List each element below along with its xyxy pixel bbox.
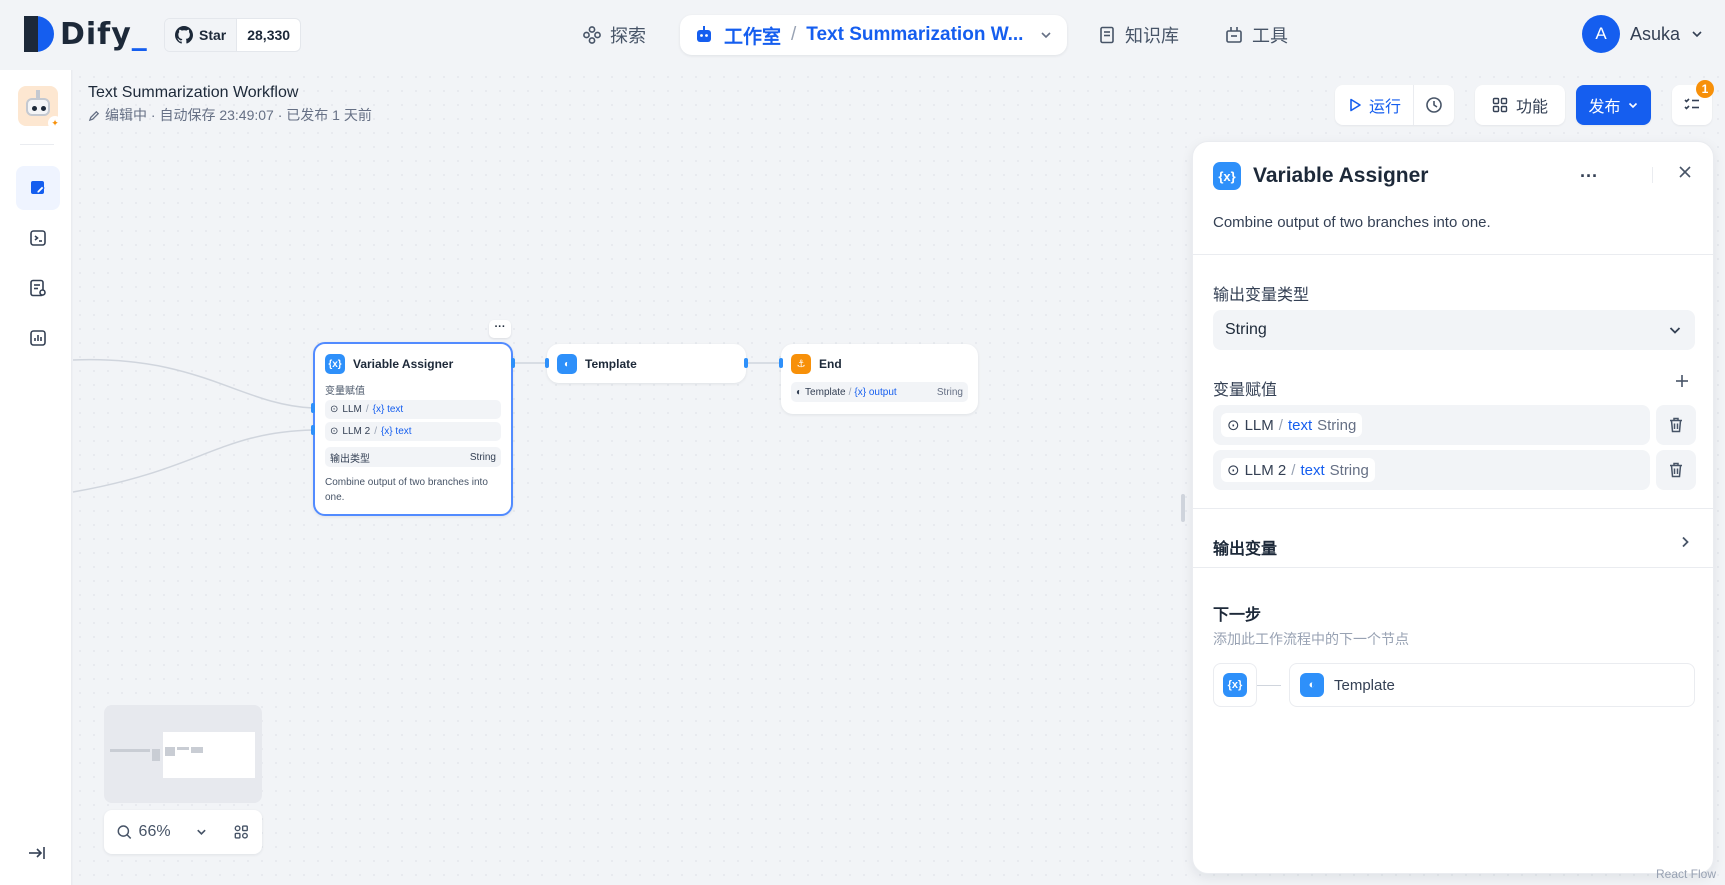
- minimap[interactable]: [104, 705, 262, 803]
- template-icon: ◐: [557, 354, 577, 374]
- var-name: {x} text: [380, 426, 412, 437]
- var-source: LLM: [1244, 416, 1274, 434]
- target-handle[interactable]: [311, 403, 315, 413]
- end-icon: ⚓: [791, 354, 811, 374]
- divider: [1193, 254, 1713, 255]
- add-variable-icon[interactable]: [1673, 372, 1691, 390]
- source-handle[interactable]: [744, 358, 748, 368]
- panel-resize-handle[interactable]: [1181, 494, 1185, 522]
- variable-icon: {x}: [325, 354, 345, 374]
- llm-icon: ⊙: [1227, 462, 1240, 479]
- next-step-description: 添加此工作流程中的下一个节点: [1213, 631, 1409, 647]
- node-vars-label: 变量赋值: [325, 386, 365, 397]
- template-node[interactable]: ◐ Template: [547, 344, 746, 383]
- node-title: End: [819, 357, 842, 371]
- variable-chip: ⊙ LLM 2 / text String: [1221, 458, 1375, 482]
- more-options-icon[interactable]: ···: [1580, 166, 1598, 187]
- close-icon[interactable]: [1675, 162, 1695, 182]
- output-type-label: 输出变量类型: [1213, 287, 1310, 304]
- var-source: LLM: [342, 404, 362, 415]
- output-var: {x} output: [854, 386, 897, 398]
- source-handle[interactable]: [511, 358, 515, 368]
- end-output-row: ◐ Template / {x} output String: [791, 382, 968, 402]
- chevron-down-icon: [1669, 327, 1681, 334]
- edge-llm2-to-assigner: [72, 429, 314, 493]
- zoom-icon: [117, 825, 132, 839]
- output-vars-toggle[interactable]: 输出变量: [1213, 535, 1277, 559]
- zoom-control: 66%: [104, 810, 262, 854]
- output-type-select[interactable]: String: [1213, 310, 1695, 350]
- end-node[interactable]: ⚓ End ◐ Template / {x} output String: [781, 344, 978, 414]
- header-divider: [1652, 167, 1653, 183]
- chevron-right-icon[interactable]: [1677, 534, 1693, 550]
- var-type: String: [1329, 461, 1369, 479]
- panel-title[interactable]: Variable Assigner: [1253, 164, 1428, 188]
- zoom-level[interactable]: 66%: [139, 823, 171, 841]
- target-handle[interactable]: [311, 425, 315, 435]
- variable-selector[interactable]: ⊙ LLM 2 / text String: [1213, 450, 1650, 490]
- variable-icon: {x}: [1223, 673, 1247, 697]
- variable-icon: {x}: [1213, 162, 1241, 190]
- var-type: String: [1317, 416, 1357, 434]
- react-flow-attribution[interactable]: React Flow: [1656, 867, 1716, 881]
- template-small-icon: ◐: [796, 386, 803, 398]
- next-node-name: Template: [1334, 676, 1395, 694]
- divider: [1193, 567, 1713, 568]
- variable-selector[interactable]: ⊙ LLM / text String: [1213, 405, 1650, 445]
- current-node-chip: {x}: [1213, 663, 1257, 707]
- target-handle[interactable]: [545, 358, 549, 368]
- node-title: Variable Assigner: [353, 357, 454, 371]
- node-title: Template: [585, 357, 637, 371]
- node-var-row: ⊙ LLM 2 / {x} text: [325, 422, 501, 441]
- output-type: String: [936, 386, 963, 398]
- assign-label: 变量赋值: [1213, 382, 1278, 399]
- variable-assigner-node[interactable]: {x} Variable Assigner 变量赋值 ⊙ LLM / {x} t…: [313, 342, 513, 516]
- node-more-button[interactable]: ···: [489, 320, 511, 338]
- llm-source-icon: ⊙: [330, 404, 339, 415]
- llm-icon: ⊙: [1227, 417, 1240, 434]
- var-source: LLM 2: [342, 426, 371, 437]
- template-icon: ◐: [1300, 673, 1324, 697]
- divider: [1193, 508, 1713, 509]
- var-name: text: [1287, 416, 1313, 434]
- output-type-value: String: [1225, 321, 1267, 338]
- target-handle[interactable]: [779, 358, 783, 368]
- output-source: Template: [805, 386, 846, 398]
- trash-icon: [1670, 417, 1682, 433]
- variable-chip: ⊙ LLM / text String: [1221, 413, 1363, 437]
- organize-icon[interactable]: [233, 823, 250, 841]
- next-step-title: 下一步: [1213, 607, 1262, 624]
- node-output-type: 输出类型 String: [325, 447, 501, 467]
- llm-source-icon: ⊙: [330, 426, 339, 437]
- delete-variable-button[interactable]: [1656, 450, 1696, 490]
- next-step-connector: [1257, 685, 1281, 686]
- next-node-item[interactable]: ◐ Template: [1289, 663, 1695, 707]
- edge-llm-to-assigner: [72, 358, 314, 409]
- var-name: text: [1300, 461, 1325, 479]
- output-type-label: 输出类型: [330, 453, 370, 465]
- output-type-value: String: [469, 451, 496, 463]
- node-settings-panel: {x} Variable Assigner ··· Combine output…: [1192, 141, 1714, 874]
- minimap-viewport: [163, 732, 255, 778]
- var-source: LLM 2: [1244, 461, 1287, 479]
- trash-icon: [1670, 462, 1682, 478]
- node-description: Combine output of two branches into one.: [325, 477, 488, 503]
- chevron-down-icon[interactable]: [195, 825, 208, 839]
- delete-variable-button[interactable]: [1656, 405, 1696, 445]
- node-var-row: ⊙ LLM / {x} text: [325, 400, 501, 419]
- panel-description[interactable]: Combine output of two branches into one.: [1213, 214, 1491, 231]
- var-name: {x} text: [372, 404, 404, 415]
